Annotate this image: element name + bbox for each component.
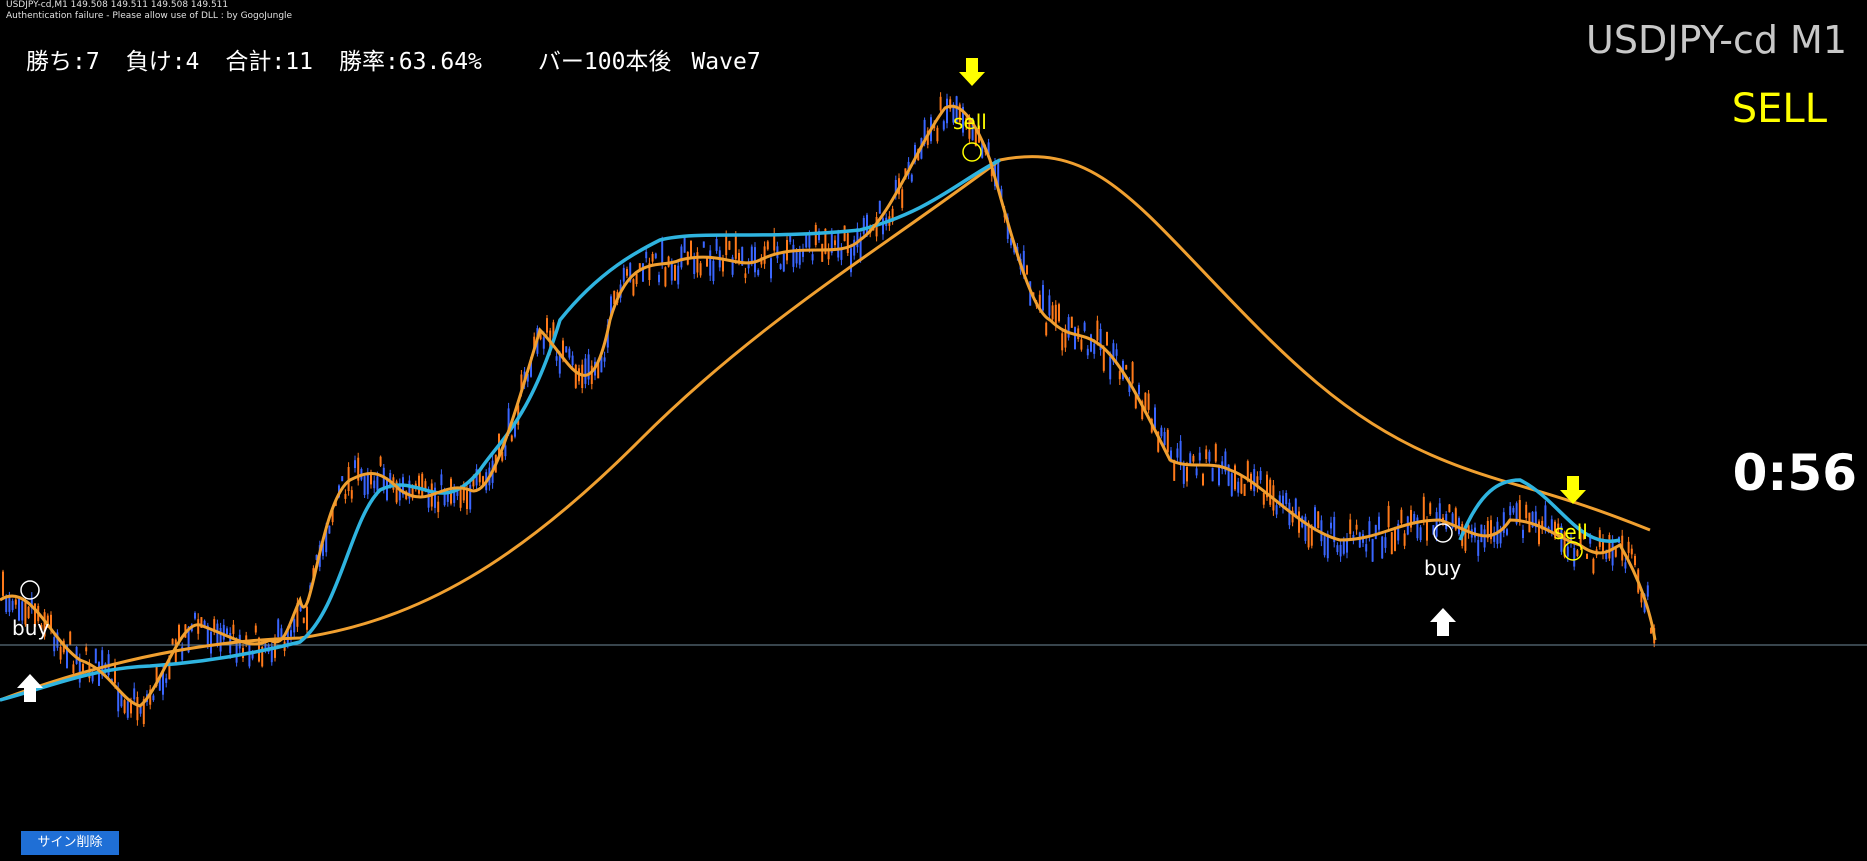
quote-line: USDJPY-cd,M1 149.508 149.511 149.508 149… (6, 0, 229, 10)
clear-signs-button[interactable]: サイン削除 (21, 831, 119, 855)
trade-stats: 勝ち:7 負け:4 合計:11 勝率:63.64% バー100本後 Wave7 (26, 42, 787, 76)
bar-timer: 0:56 (1732, 444, 1857, 502)
losses-stat: 負け:4 (125, 49, 200, 75)
sell-label: sell (1554, 520, 1588, 544)
buy-label: buy (1424, 556, 1462, 580)
total-stat: 合計:11 (225, 49, 313, 75)
win-rate-stat: 勝率:63.64% (338, 49, 482, 75)
chart-background (0, 0, 1867, 861)
auth-message: Authentication failure - Please allow us… (6, 11, 293, 21)
price-chart[interactable] (0, 0, 1867, 861)
buy-label: buy (12, 616, 50, 640)
signal-label: SELL (1731, 86, 1827, 132)
wins-stat: 勝ち:7 (26, 49, 100, 75)
sell-label: sell (953, 110, 987, 134)
bars-after-stat: バー100本後 (537, 49, 672, 75)
symbol-label: USDJPY-cd M1 (1586, 18, 1847, 62)
wave-stat: Wave7 (691, 49, 761, 75)
